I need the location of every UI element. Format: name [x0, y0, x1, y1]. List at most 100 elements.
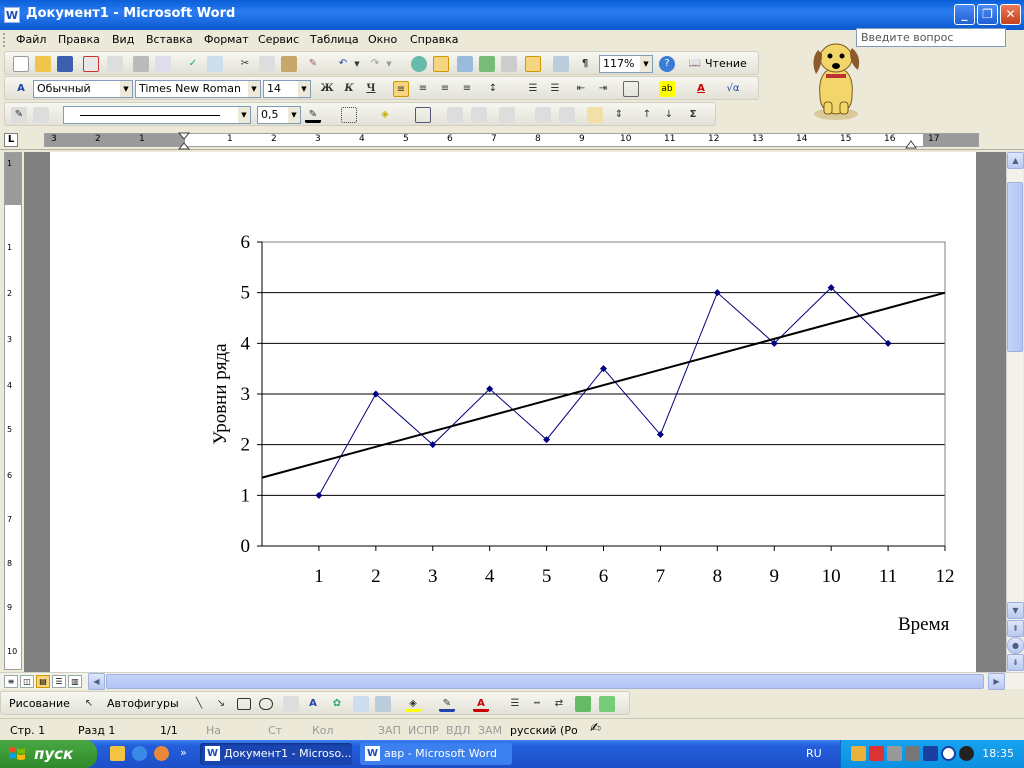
cut-icon[interactable]: ✂: [237, 56, 253, 72]
drawing-menu-button[interactable]: Рисование: [9, 697, 70, 710]
outline-view-icon[interactable]: ☰: [52, 675, 66, 688]
menubar-grip[interactable]: [3, 33, 6, 47]
status-language[interactable]: русский (Ро: [510, 724, 578, 737]
styles-icon[interactable]: A: [13, 81, 29, 97]
tables-borders-icon[interactable]: [433, 56, 449, 72]
horizontal-ruler[interactable]: L 3 2 1 1 2 3 4 5 6 7 8 9 10 11 12 13 14…: [0, 130, 1024, 150]
next-page-button[interactable]: ⇟: [1007, 654, 1024, 671]
autosum-icon[interactable]: Σ: [685, 107, 701, 123]
drawing-icon[interactable]: [525, 56, 541, 72]
print-layout-view-icon[interactable]: ▤: [36, 675, 50, 688]
equation-icon[interactable]: √α: [725, 81, 741, 97]
office-assistant-dog[interactable]: [806, 36, 866, 122]
quicklaunch-ie-icon[interactable]: [132, 746, 147, 761]
scroll-right-button[interactable]: ▶: [988, 673, 1005, 690]
word-app-icon[interactable]: W: [4, 7, 20, 23]
insert-table-icon[interactable]: [457, 56, 473, 72]
close-button[interactable]: ✕: [1000, 4, 1021, 25]
justify-icon[interactable]: ≡: [459, 81, 475, 97]
textbox-tool-icon[interactable]: [283, 696, 299, 712]
fill-color-icon[interactable]: ◈: [405, 696, 421, 712]
vertical-scroll-thumb[interactable]: [1007, 182, 1023, 352]
first-line-indent-marker[interactable]: [178, 132, 190, 150]
document-map-icon[interactable]: [553, 56, 569, 72]
menu-tools[interactable]: Сервис: [258, 33, 299, 46]
increase-indent-icon[interactable]: ⇥: [595, 81, 611, 97]
insert-excel-icon[interactable]: [479, 56, 495, 72]
dash-style-icon[interactable]: ┅: [529, 696, 545, 712]
numbering-icon[interactable]: ☰: [525, 81, 541, 97]
pilcrow-icon[interactable]: ¶: [577, 56, 593, 72]
align-right-icon[interactable]: ≡: [437, 81, 453, 97]
minimize-button[interactable]: _: [954, 4, 975, 25]
sort-descending-icon[interactable]: ↓: [661, 107, 677, 123]
spelling-icon[interactable]: ✓: [185, 56, 201, 72]
normal-view-icon[interactable]: ≡: [4, 675, 18, 688]
line-color-icon[interactable]: ✎: [439, 696, 455, 712]
menu-view[interactable]: Вид: [112, 33, 134, 46]
draw-table-icon[interactable]: ✎: [11, 107, 27, 123]
quicklaunch-media-icon[interactable]: [154, 746, 169, 761]
bullets-icon[interactable]: ☰: [547, 81, 563, 97]
chevron-down-icon[interactable]: ▼: [288, 107, 300, 123]
save-icon[interactable]: [57, 56, 73, 72]
data-point[interactable]: [315, 491, 323, 499]
outside-border-icon[interactable]: [341, 107, 357, 123]
table-autoformat-icon[interactable]: [587, 107, 603, 123]
status-ovr[interactable]: ЗАМ: [478, 724, 502, 737]
align-cell-icon[interactable]: [499, 107, 515, 123]
borders-icon[interactable]: [623, 81, 639, 97]
horizontal-scroll-thumb[interactable]: [106, 674, 984, 689]
menu-edit[interactable]: Правка: [58, 33, 100, 46]
sort-ascending-icon[interactable]: ↑: [639, 107, 655, 123]
menu-format[interactable]: Формат: [204, 33, 249, 46]
previous-page-button[interactable]: ⇞: [1007, 620, 1024, 637]
vertical-scrollbar[interactable]: ▲ ▼ ⇞ ● ⇟: [1006, 152, 1024, 672]
align-center-icon[interactable]: ≡: [415, 81, 431, 97]
menu-insert[interactable]: Вставка: [146, 33, 193, 46]
font-select[interactable]: Times New Roman ▼: [135, 80, 261, 98]
horizontal-scrollbar[interactable]: ≡ ◫ ▤ ☰ ▥ ◀ ▶: [0, 672, 1024, 690]
scroll-down-button[interactable]: ▼: [1007, 602, 1024, 619]
tab-selector[interactable]: L: [4, 133, 18, 147]
research-icon[interactable]: [207, 56, 223, 72]
format-painter-icon[interactable]: ✎: [305, 56, 321, 72]
status-trk[interactable]: ИСПР: [408, 724, 439, 737]
right-indent-marker[interactable]: [905, 139, 917, 149]
insert-table-icon[interactable]: [415, 107, 431, 123]
web-view-icon[interactable]: ◫: [20, 675, 34, 688]
wordart-icon[interactable]: A: [305, 696, 321, 712]
scroll-left-button[interactable]: ◀: [88, 673, 105, 690]
insert-picture-icon[interactable]: [375, 696, 391, 712]
copy-icon[interactable]: [259, 56, 275, 72]
tray-app-icon[interactable]: [923, 746, 938, 761]
chevron-down-icon[interactable]: ▼: [238, 107, 250, 123]
columns-icon[interactable]: [501, 56, 517, 72]
select-objects-icon[interactable]: ↖: [81, 696, 97, 712]
underline-button[interactable]: Ч: [363, 81, 379, 97]
tray-network-icon[interactable]: [851, 746, 866, 761]
oval-tool-icon[interactable]: [259, 698, 273, 710]
scroll-up-button[interactable]: ▲: [1007, 152, 1024, 169]
font-color-icon[interactable]: A: [473, 696, 489, 712]
line-style-icon[interactable]: ☰: [507, 696, 523, 712]
line-style-select[interactable]: ▼: [63, 106, 251, 124]
arrow-style-icon[interactable]: ⇄: [551, 696, 567, 712]
tray-antivirus-icon[interactable]: [869, 746, 884, 761]
print-icon[interactable]: [133, 56, 149, 72]
clipart-icon[interactable]: [353, 696, 369, 712]
border-color-icon[interactable]: ✎: [305, 107, 321, 123]
chart[interactable]: 0123456 1 2 3 4 5 6 7 8 9 10 11 12 Уровни ряда Врем…: [50, 152, 976, 672]
reading-icon[interactable]: 📖: [687, 56, 703, 72]
shadow-style-icon[interactable]: [575, 696, 591, 712]
tray-media-icon[interactable]: [959, 746, 974, 761]
task-document1[interactable]: W Документ1 - Microso...: [200, 743, 352, 765]
split-cells-icon[interactable]: [471, 107, 487, 123]
highlight-icon[interactable]: ab: [659, 81, 675, 97]
text-direction-icon[interactable]: ⇕: [611, 107, 627, 123]
menu-window[interactable]: Окно: [368, 33, 397, 46]
line-weight-select[interactable]: 0,5 ▼: [257, 106, 301, 124]
menu-help[interactable]: Справка: [410, 33, 458, 46]
new-document-icon[interactable]: [13, 56, 29, 72]
autoshapes-menu-button[interactable]: Автофигуры: [107, 697, 179, 710]
